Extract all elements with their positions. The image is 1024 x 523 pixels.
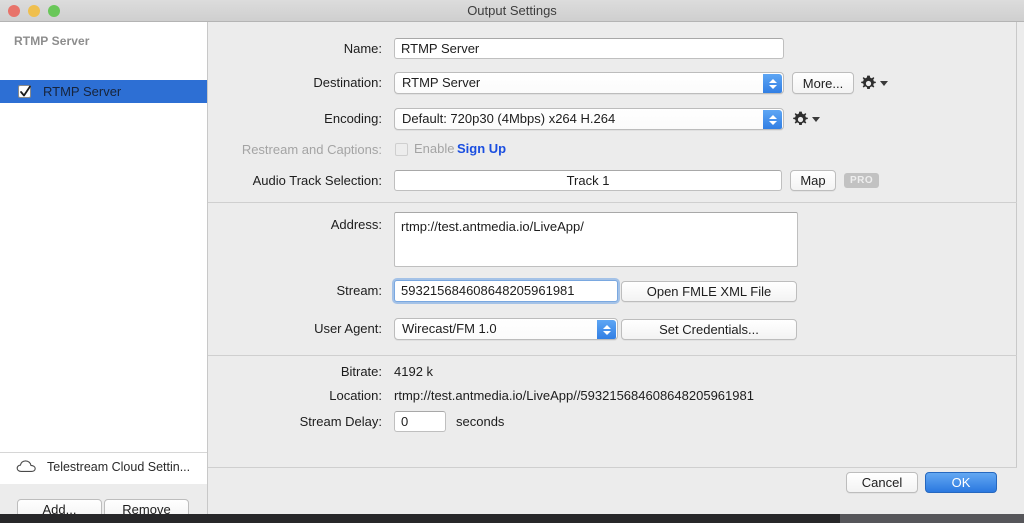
map-button[interactable]: Map: [790, 170, 836, 191]
location-label: Location:: [329, 388, 382, 403]
restream-sign-up-link[interactable]: Sign Up: [457, 138, 506, 160]
gear-icon: [861, 75, 876, 90]
restream-enable-label: Enable: [414, 141, 455, 156]
location-value: rtmp://test.antmedia.io/LiveApp//5932156…: [394, 388, 754, 403]
section-divider-1: [208, 202, 1017, 203]
window-title: Output Settings: [467, 3, 557, 18]
checkmark-icon: [20, 85, 31, 97]
destination-label: Destination:: [313, 75, 382, 90]
telestream-cloud-settings-button[interactable]: Telestream Cloud Settin...: [16, 459, 190, 474]
address-label: Address:: [330, 217, 382, 232]
section-divider-2: [208, 355, 1017, 356]
add-button[interactable]: Add...: [17, 499, 102, 514]
cloud-icon: [16, 460, 36, 472]
stream-delay-label: Stream Delay:: [299, 414, 382, 429]
sidebar-divider-top: [0, 452, 207, 453]
stream-input[interactable]: 593215684608648205961981: [394, 280, 618, 302]
encoding-stepper-icon[interactable]: [763, 110, 782, 129]
stream-delay-input[interactable]: 0: [394, 411, 446, 432]
desktop-background-strip: [0, 514, 1024, 523]
set-credentials-button[interactable]: Set Credentials...: [621, 319, 797, 340]
destination-select[interactable]: RTMP Server: [394, 72, 784, 94]
cancel-button[interactable]: Cancel: [846, 472, 918, 493]
encoding-label: Encoding:: [324, 111, 382, 126]
stream-delay-unit: seconds: [456, 414, 505, 429]
telestream-cloud-settings-label: Telestream Cloud Settin...: [47, 459, 191, 474]
sidebar: RTMP Server RTMP Server Telestream Cloud…: [0, 22, 208, 514]
name-label: Name:: [343, 41, 382, 56]
user-agent-label: User Agent:: [314, 321, 382, 336]
remove-button[interactable]: Remove: [104, 499, 189, 514]
sidebar-item-rtmp-server[interactable]: RTMP Server: [0, 80, 207, 103]
user-agent-select[interactable]: Wirecast/FM 1.0: [394, 318, 618, 340]
restream-label: Restream and Captions:: [241, 142, 382, 157]
address-textarea[interactable]: rtmp://test.antmedia.io/LiveApp/: [394, 212, 798, 267]
panel-right-edge: [1016, 22, 1017, 467]
open-fmle-xml-file-button[interactable]: Open FMLE XML File: [621, 281, 797, 302]
section-divider-3: [208, 467, 1017, 468]
pro-badge: PRO: [844, 173, 880, 188]
gear-icon: [793, 111, 808, 126]
sidebar-footer: Add... Remove: [0, 484, 207, 514]
encoding-value: Default: 720p30 (4Mbps) x264 H.264: [402, 111, 616, 126]
settings-panel: Name: RTMP Server Destination: RTMP Serv…: [208, 22, 1024, 514]
sidebar-group-header: RTMP Server: [14, 34, 90, 48]
bitrate-label: Bitrate:: [340, 364, 382, 379]
stream-label: Stream:: [336, 283, 382, 298]
user-agent-stepper-icon[interactable]: [597, 320, 616, 339]
rtmp-server-checkbox[interactable]: [18, 85, 31, 98]
audio-track-label: Audio Track Selection:: [252, 173, 382, 188]
restream-enable-checkbox: [395, 143, 408, 156]
audio-track-input[interactable]: Track 1: [394, 170, 782, 191]
name-input[interactable]: RTMP Server: [394, 38, 784, 59]
destination-options-gear-button[interactable]: [860, 75, 888, 92]
ok-button[interactable]: OK: [925, 472, 997, 493]
more-button[interactable]: More...: [792, 72, 854, 94]
encoding-options-gear-button[interactable]: [792, 111, 820, 128]
sidebar-item-label: RTMP Server: [43, 84, 122, 99]
chevron-down-icon: [880, 81, 888, 86]
chevron-down-icon: [812, 117, 820, 122]
desktop-dock-shade: [840, 514, 1024, 523]
window-titlebar: Output Settings: [0, 0, 1024, 22]
destination-stepper-icon[interactable]: [763, 74, 782, 93]
destination-value: RTMP Server: [402, 75, 481, 90]
encoding-select[interactable]: Default: 720p30 (4Mbps) x264 H.264: [394, 108, 784, 130]
bitrate-value: 4192 k: [394, 364, 434, 379]
output-settings-window: Output Settings RTMP Server RTMP Server …: [0, 0, 1024, 514]
user-agent-value: Wirecast/FM 1.0: [402, 321, 497, 336]
